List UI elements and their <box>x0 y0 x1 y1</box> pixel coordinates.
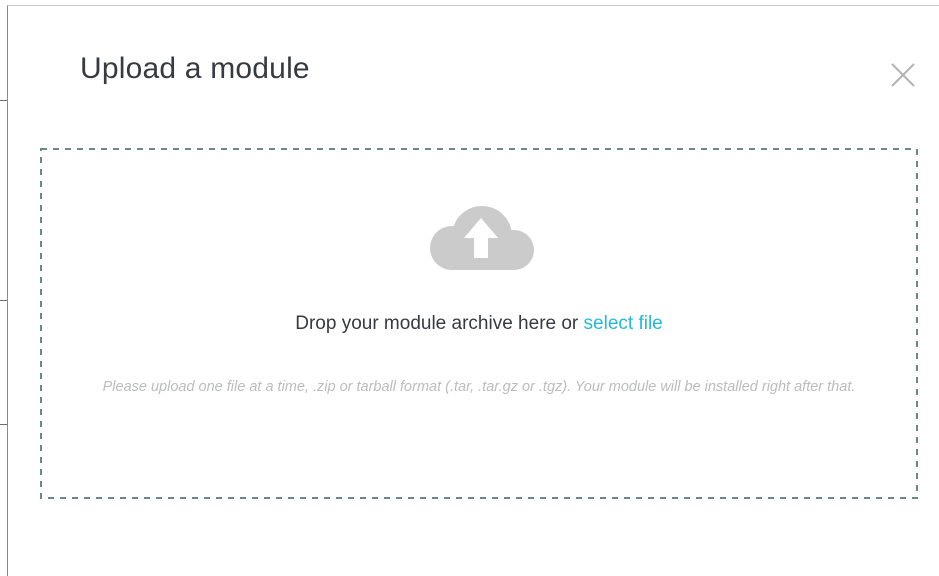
background-edge-mark <box>0 424 7 425</box>
cloud-upload-icon <box>424 200 536 270</box>
drop-instructions: Drop your module archive here or select … <box>40 313 918 335</box>
drop-instructions-text: Drop your module archive here or <box>295 313 584 334</box>
background-edge-mark <box>0 100 7 101</box>
select-file-link[interactable]: select file <box>584 313 663 334</box>
modal-title: Upload a module <box>80 52 310 85</box>
module-dropzone[interactable]: Drop your module archive here or select … <box>40 148 918 499</box>
upload-help-text: Please upload one file at a time, .zip o… <box>102 379 856 395</box>
upload-module-modal: Upload a module Drop your module archive <box>7 5 939 576</box>
background-edge-mark <box>0 300 7 301</box>
close-icon[interactable] <box>888 60 918 90</box>
